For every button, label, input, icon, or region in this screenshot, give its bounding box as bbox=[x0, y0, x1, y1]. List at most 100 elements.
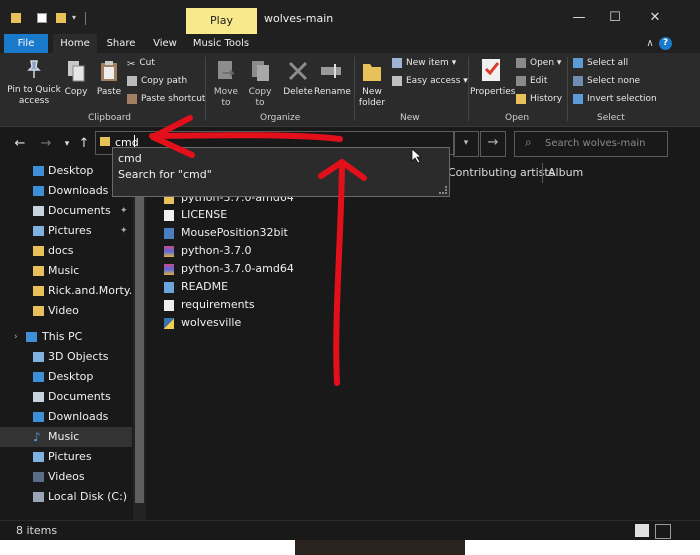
pin-to-quick-access-button[interactable]: Pin to Quick access bbox=[6, 59, 62, 107]
rename-button[interactable]: Rename bbox=[314, 59, 351, 98]
minimize-button[interactable]: — bbox=[564, 9, 594, 27]
new-folder-button[interactable]: New folder bbox=[358, 59, 386, 109]
open-icon bbox=[516, 57, 526, 68]
address-history-dropdown-icon[interactable]: ▾ bbox=[453, 131, 479, 157]
copy-path-button[interactable]: Copy path bbox=[127, 74, 187, 88]
invert-selection-button[interactable]: Invert selection bbox=[573, 92, 657, 106]
open-button[interactable]: Open ▾ bbox=[516, 56, 561, 70]
paste-icon bbox=[99, 59, 119, 83]
cut-label: Cut bbox=[139, 58, 155, 68]
maximize-button[interactable]: ☐ bbox=[600, 9, 630, 27]
group-separator bbox=[205, 57, 206, 121]
copy-button[interactable]: Copy bbox=[62, 59, 90, 98]
sidebar-item-label: Desktop bbox=[48, 370, 94, 383]
tab-play-contextual[interactable]: Play bbox=[186, 8, 257, 34]
cut-button[interactable]: ✂ Cut bbox=[127, 56, 155, 70]
column-header-album[interactable]: Album bbox=[548, 163, 583, 183]
column-header-contributing-artists[interactable]: Contributing artists bbox=[448, 163, 554, 183]
sidebar-item-rick-and-morty[interactable]: Rick.and.Morty.S03 bbox=[0, 281, 132, 301]
sidebar-scrollbar[interactable] bbox=[133, 161, 146, 520]
up-arrow-icon[interactable]: ↑ bbox=[77, 136, 91, 152]
file-name: LICENSE bbox=[181, 208, 228, 221]
pin-icon[interactable]: ✦ bbox=[120, 221, 128, 241]
move-to-label: Move to bbox=[213, 87, 239, 108]
sidebar-item-local-disk[interactable]: Local Disk (C:) bbox=[0, 487, 132, 507]
dropdown-arrow-icon: ▾ bbox=[460, 76, 468, 86]
tab-share[interactable]: Share bbox=[103, 34, 139, 53]
tab-file[interactable]: File bbox=[4, 34, 48, 53]
sidebar-item-docs[interactable]: docs bbox=[0, 241, 132, 261]
sidebar-item-label: Documents bbox=[48, 390, 111, 403]
autocomplete-item-cmd[interactable]: cmd bbox=[118, 152, 142, 165]
sidebar-item-documents-pinned[interactable]: Documents ✦ bbox=[0, 201, 132, 221]
move-to-button[interactable]: Move to bbox=[211, 59, 241, 109]
resize-grip-icon[interactable] bbox=[439, 186, 447, 194]
close-button[interactable]: ✕ bbox=[640, 9, 670, 27]
tab-music-tools[interactable]: Music Tools bbox=[192, 34, 250, 53]
sidebar-item-label: Pictures bbox=[48, 450, 92, 463]
select-none-label: Select none bbox=[587, 76, 641, 86]
search-box[interactable]: ⌕ bbox=[514, 131, 668, 157]
sidebar-item-music[interactable]: ♪ Music bbox=[0, 427, 132, 447]
sidebar-item-downloads[interactable]: Downloads bbox=[0, 407, 132, 427]
window-title: wolves-main bbox=[264, 12, 334, 25]
details-view-icon[interactable] bbox=[635, 524, 649, 537]
sidebar-item-desktop[interactable]: Desktop bbox=[0, 367, 132, 387]
edit-button[interactable]: Edit bbox=[516, 74, 547, 88]
sidebar-item-3d-objects[interactable]: 3D Objects bbox=[0, 347, 132, 367]
help-icon[interactable]: ? bbox=[659, 37, 672, 50]
sidebar-item-music-folder[interactable]: Music bbox=[0, 261, 132, 281]
forward-arrow-icon[interactable]: → bbox=[39, 136, 53, 152]
sidebar-item-pictures-pinned[interactable]: Pictures ✦ bbox=[0, 221, 132, 241]
collapse-ribbon-icon[interactable]: ∧ bbox=[643, 34, 657, 53]
ribbon: Pin to Quick access Copy Paste ✂ Cut Copy… bbox=[0, 53, 700, 127]
sidebar-item-videos[interactable]: Videos bbox=[0, 467, 132, 487]
navigation-pane: Desktop ✦ Downloads ✦ Documents ✦ Pictur… bbox=[0, 161, 146, 520]
properties-button[interactable]: Properties bbox=[470, 57, 515, 98]
sidebar-item-pictures[interactable]: Pictures bbox=[0, 447, 132, 467]
easy-access-button[interactable]: Easy access ▾ bbox=[392, 74, 468, 88]
pin-icon[interactable]: ✦ bbox=[120, 201, 128, 221]
sidebar-item-label: docs bbox=[48, 244, 74, 257]
recent-locations-chevron-icon[interactable]: ▾ bbox=[60, 136, 74, 152]
music-icon: ♪ bbox=[33, 430, 41, 444]
folder-icon bbox=[33, 286, 44, 296]
paste-label: Paste bbox=[96, 87, 122, 97]
sidebar-item-label: Music bbox=[48, 430, 80, 443]
tab-home[interactable]: Home bbox=[53, 34, 97, 53]
rename-label: Rename bbox=[314, 87, 351, 97]
go-arrow-icon[interactable]: → bbox=[480, 131, 506, 157]
sidebar-scrollbar-thumb[interactable] bbox=[135, 173, 144, 503]
open-label: Open bbox=[530, 58, 555, 68]
history-button[interactable]: History bbox=[516, 92, 562, 106]
select-all-button[interactable]: Select all bbox=[573, 56, 628, 70]
new-item-button[interactable]: New item ▾ bbox=[392, 56, 456, 70]
sidebar-item-documents[interactable]: Documents bbox=[0, 387, 132, 407]
paste-button[interactable]: Paste bbox=[95, 59, 123, 98]
properties-check-icon[interactable] bbox=[37, 13, 47, 23]
pin-label: Pin to Quick access bbox=[7, 85, 61, 106]
select-none-button[interactable]: Select none bbox=[573, 74, 640, 88]
paste-shortcut-button[interactable]: Paste shortcut bbox=[127, 92, 205, 106]
copy-to-button[interactable]: Copy to bbox=[245, 59, 275, 109]
back-arrow-icon[interactable]: ← bbox=[13, 136, 27, 152]
expand-chevron-icon[interactable]: › bbox=[14, 332, 25, 342]
desktop-icon bbox=[33, 372, 44, 382]
delete-button[interactable]: Delete bbox=[282, 59, 314, 98]
search-input[interactable] bbox=[545, 135, 663, 152]
tab-view[interactable]: View bbox=[147, 34, 183, 53]
customize-toolbar-chevron-icon[interactable]: ▾ bbox=[72, 13, 82, 23]
group-label-clipboard: Clipboard bbox=[88, 113, 131, 123]
history-icon bbox=[516, 93, 526, 104]
large-icons-view-icon[interactable] bbox=[655, 524, 671, 539]
text-file-icon bbox=[164, 300, 174, 311]
autocomplete-item-search-for-cmd[interactable]: Search for "cmd" bbox=[118, 168, 212, 181]
sidebar-item-this-pc[interactable]: › This PC bbox=[0, 327, 132, 347]
sidebar-item-label: Desktop bbox=[48, 164, 94, 177]
history-label: History bbox=[530, 94, 563, 104]
sidebar-item-video[interactable]: Video bbox=[0, 301, 132, 321]
new-folder-icon bbox=[362, 59, 382, 83]
file-name: python-3.7.0-amd64 bbox=[181, 262, 294, 275]
new-folder-icon[interactable] bbox=[56, 13, 66, 23]
invert-selection-label: Invert selection bbox=[587, 94, 657, 104]
